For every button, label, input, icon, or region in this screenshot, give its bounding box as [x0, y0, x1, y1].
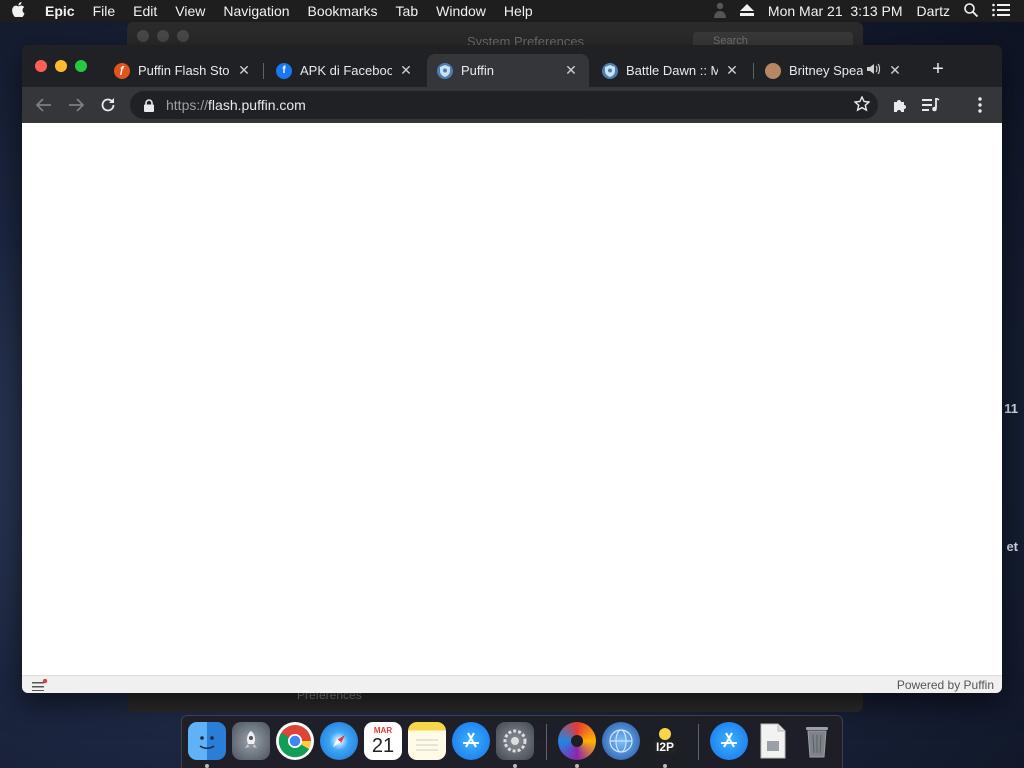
bookmark-star-icon[interactable] — [853, 95, 871, 115]
tab-label: Puffin Flash Store — [138, 63, 230, 78]
document-icon[interactable] — [754, 722, 792, 760]
bg-zoom-button[interactable] — [177, 30, 189, 42]
tab-apk-di-facebook[interactable]: f APK di Facebook ✕ — [266, 54, 424, 87]
forward-arrow-icon[interactable] — [65, 94, 87, 116]
url-host: flash.puffin.com — [208, 97, 306, 113]
address-bar[interactable]: https://flash.puffin.com — [130, 91, 878, 119]
calendar-day: 21 — [371, 735, 395, 757]
app-store-downloads-icon[interactable] — [710, 722, 748, 760]
epic-browser-icon[interactable] — [558, 722, 596, 760]
extensions-puzzle-icon[interactable] — [889, 94, 911, 116]
i2p-icon[interactable]: I2P — [646, 722, 684, 760]
dock: MAR 21 I2P — [181, 715, 843, 768]
running-indicator — [205, 764, 209, 768]
trash-icon[interactable] — [798, 722, 836, 760]
notes-icon[interactable] — [408, 722, 446, 760]
safari-compass-icon[interactable] — [320, 722, 358, 760]
more-menu-icon[interactable] — [969, 94, 991, 116]
bg-minimize-button[interactable] — [157, 30, 169, 42]
desktop-fragment-text: 11 — [1004, 401, 1018, 416]
eject-icon[interactable] — [739, 3, 754, 19]
apple-icon[interactable] — [0, 1, 36, 21]
desktop-fragment-text: et — [1006, 539, 1018, 554]
menu-navigation[interactable]: Navigation — [214, 3, 298, 19]
chrome-icon[interactable] — [276, 722, 314, 760]
app-store-icon[interactable] — [452, 722, 490, 760]
network-globe-icon[interactable] — [602, 722, 640, 760]
audio-playing-icon[interactable] — [867, 63, 881, 78]
tab-close-icon[interactable]: ✕ — [563, 62, 579, 79]
back-arrow-icon[interactable] — [33, 94, 55, 116]
powered-by-label: Powered by Puffin — [896, 678, 994, 692]
notification-list-icon[interactable] — [992, 3, 1010, 20]
i2p-mascot — [659, 728, 671, 740]
user-silhouette-icon[interactable] — [713, 2, 726, 21]
tab-close-icon[interactable]: ✕ — [236, 62, 252, 79]
menu-bar: Epic File Edit View Navigation Bookmarks… — [0, 0, 1024, 22]
bg-close-button[interactable] — [137, 30, 149, 42]
spotlight-search-icon[interactable] — [964, 2, 979, 20]
menu-view[interactable]: View — [166, 3, 214, 19]
tab-label: Battle Dawn :: Ma — [626, 63, 718, 78]
facebook-icon: f — [276, 62, 292, 79]
menu-edit[interactable]: Edit — [124, 3, 166, 19]
tab-puffin-flash-store[interactable]: ƒ Puffin Flash Store ✕ — [104, 54, 262, 87]
window-minimize-button[interactable] — [55, 60, 67, 72]
launchpad-rocket-icon[interactable] — [232, 722, 270, 760]
text-cursor-icon — [586, 101, 596, 124]
tab-close-icon[interactable]: ✕ — [398, 62, 414, 79]
address-url[interactable]: https://flash.puffin.com — [166, 97, 306, 113]
new-tab-plus-icon[interactable]: + — [926, 58, 950, 81]
menu-file[interactable]: File — [84, 3, 125, 19]
menubar-clock[interactable]: Mon Mar 21 3:13 PM — [768, 3, 903, 19]
menubar-status-area: Mon Mar 21 3:13 PM Dartz — [713, 0, 1024, 22]
reload-icon[interactable] — [97, 94, 119, 116]
tab-close-icon[interactable]: ✕ — [724, 62, 740, 79]
url-scheme: https:// — [166, 97, 209, 113]
tab-separator — [753, 63, 754, 79]
tab-strip: ƒ Puffin Flash Store ✕ f APK di Facebook… — [22, 45, 1002, 87]
menubar-user-name[interactable]: Dartz — [917, 3, 950, 19]
menu-bookmarks[interactable]: Bookmarks — [299, 3, 387, 19]
menu-window[interactable]: Window — [427, 3, 495, 19]
running-indicator — [663, 764, 667, 768]
media-queue-icon[interactable] — [920, 94, 942, 116]
britney-avatar-icon — [765, 62, 781, 79]
tab-britney-spears[interactable]: Britney Spear ✕ — [755, 54, 913, 87]
lock-icon[interactable] — [142, 98, 156, 112]
tab-puffin[interactable]: Puffin ✕ — [427, 54, 589, 87]
tab-separator — [263, 63, 264, 79]
puffin-menu-icon[interactable] — [32, 678, 48, 693]
menu-app-name[interactable]: Epic — [36, 3, 84, 19]
tab-label: Puffin — [461, 63, 495, 78]
finder-icon[interactable] — [188, 722, 226, 760]
running-indicator — [575, 764, 579, 768]
flash-icon: ƒ — [114, 62, 130, 79]
browser-toolbar: https://flash.puffin.com — [22, 87, 1002, 123]
dock-divider — [698, 724, 699, 760]
tab-label: APK di Facebook — [300, 63, 392, 78]
window-zoom-button[interactable] — [75, 60, 87, 72]
browser-window: ƒ Puffin Flash Store ✕ f APK di Facebook… — [22, 45, 1002, 693]
i2p-label: I2P — [653, 740, 676, 754]
puffin-shield-icon — [602, 62, 618, 79]
calendar-icon[interactable]: MAR 21 — [364, 722, 402, 760]
puffin-status-bar: Powered by Puffin — [22, 675, 1002, 693]
dock-divider — [546, 724, 547, 760]
page-content-area[interactable] — [22, 123, 1002, 675]
system-preferences-gear-icon[interactable] — [496, 722, 534, 760]
tab-close-icon[interactable]: ✕ — [887, 62, 903, 79]
bg-window-traffic-lights — [137, 30, 189, 42]
window-close-button[interactable] — [35, 60, 47, 72]
puffin-shield-icon — [437, 62, 453, 79]
tab-battle-dawn[interactable]: Battle Dawn :: Ma ✕ — [592, 54, 750, 87]
tab-label: Britney Spear — [789, 63, 863, 78]
running-indicator — [513, 764, 517, 768]
menu-tab[interactable]: Tab — [387, 3, 428, 19]
menu-help[interactable]: Help — [495, 3, 542, 19]
